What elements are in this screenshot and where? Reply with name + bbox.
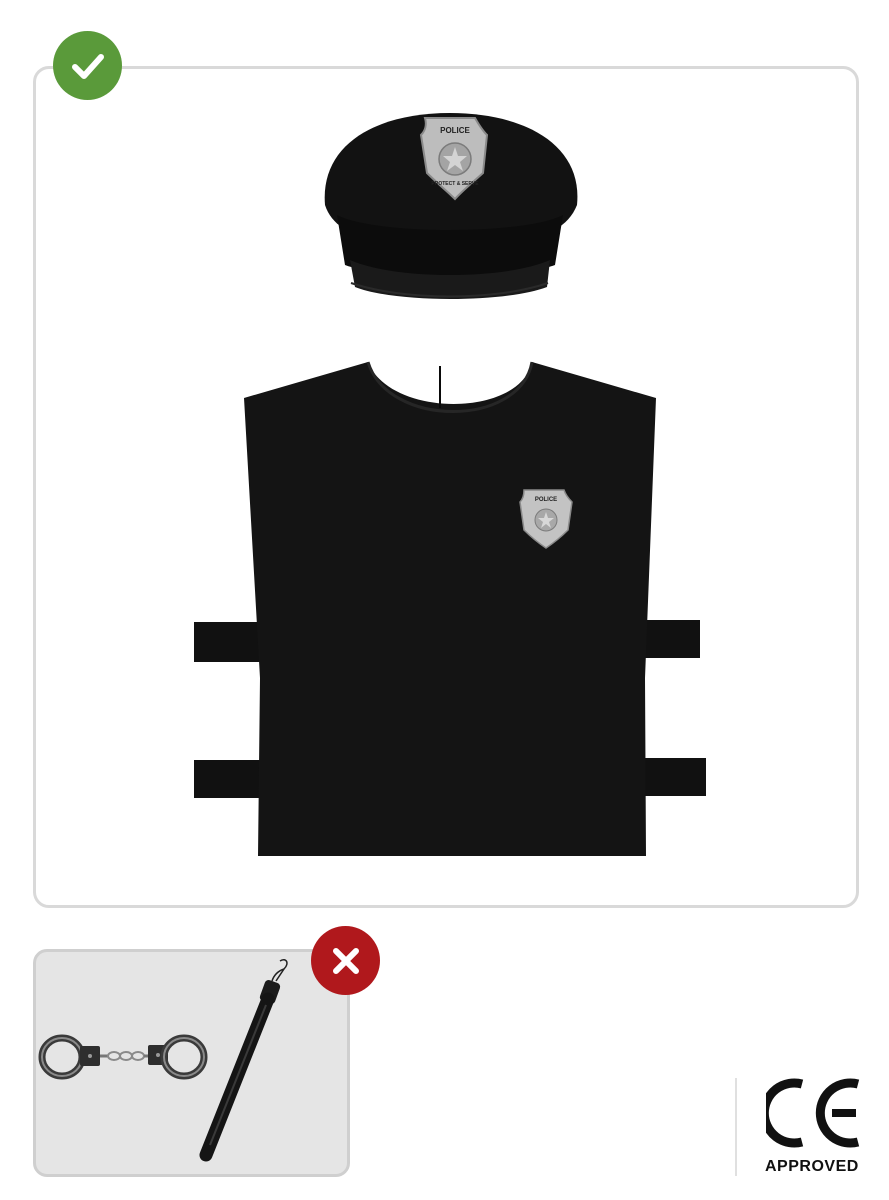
hat-badge: POLICE PROTECT & SERVE xyxy=(419,117,489,201)
hat-badge-subtext: PROTECT & SERVE xyxy=(431,181,479,187)
vest-strap-right-top xyxy=(638,620,700,658)
included-badge xyxy=(53,31,122,100)
vest-strap-left-bottom xyxy=(194,760,260,798)
police-vest-image: POLICE xyxy=(194,361,706,856)
baton-image xyxy=(199,958,288,1162)
vest-strap-left-top xyxy=(194,622,260,662)
excluded-badge xyxy=(311,926,380,995)
vest-badge-text: POLICE xyxy=(535,497,557,503)
ce-mark xyxy=(766,1078,860,1148)
approved-label: APPROVED xyxy=(765,1158,859,1175)
checkmark-icon xyxy=(71,53,104,79)
hat-badge-text: POLICE xyxy=(440,126,470,135)
cross-icon xyxy=(332,947,359,974)
vest-strap-right-bottom xyxy=(638,758,706,796)
certification-divider xyxy=(735,1078,737,1176)
police-hat-image: POLICE PROTECT & SERVE xyxy=(324,113,578,299)
handcuffs-image xyxy=(38,1034,208,1080)
